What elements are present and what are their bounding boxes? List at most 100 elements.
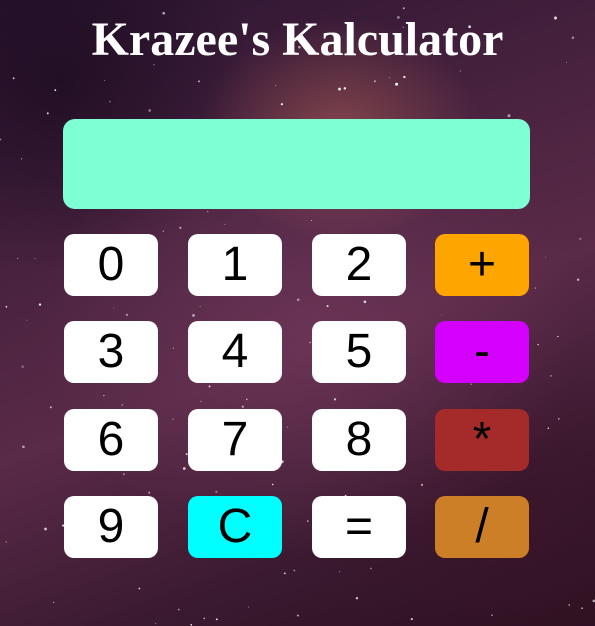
star xyxy=(248,606,250,608)
star xyxy=(296,298,300,302)
key-7[interactable]: 7 xyxy=(188,409,282,471)
star xyxy=(44,527,47,531)
star xyxy=(293,569,296,572)
star xyxy=(46,112,49,115)
star xyxy=(12,77,15,80)
star xyxy=(547,427,549,429)
star xyxy=(370,567,372,570)
star xyxy=(113,307,115,309)
star xyxy=(581,607,583,610)
star xyxy=(172,347,174,349)
star xyxy=(148,109,152,112)
star xyxy=(296,614,299,617)
star xyxy=(545,256,547,258)
page-title: Krazee's Kalculator xyxy=(91,13,504,66)
star xyxy=(200,400,202,402)
star xyxy=(343,87,347,90)
star xyxy=(534,287,536,289)
star xyxy=(208,385,211,388)
star xyxy=(207,211,209,213)
star xyxy=(339,571,341,573)
star xyxy=(162,230,165,232)
star xyxy=(568,604,570,606)
star xyxy=(402,7,405,10)
star xyxy=(215,618,218,621)
star xyxy=(440,314,442,316)
key-6[interactable]: 6 xyxy=(64,409,158,471)
star xyxy=(182,467,186,470)
star xyxy=(190,623,193,626)
star xyxy=(280,103,283,106)
star xyxy=(550,375,552,377)
star xyxy=(338,87,341,91)
star xyxy=(34,258,36,259)
star xyxy=(122,473,125,476)
calculator-display xyxy=(63,119,530,209)
star xyxy=(215,490,218,493)
star xyxy=(103,395,105,397)
star xyxy=(246,398,248,401)
star xyxy=(155,623,157,625)
star xyxy=(333,398,337,401)
star xyxy=(579,237,582,240)
star xyxy=(5,541,7,543)
plus-button[interactable]: + xyxy=(435,234,529,296)
clear-button[interactable]: C xyxy=(188,496,282,558)
star xyxy=(283,572,286,575)
star xyxy=(557,417,560,420)
star xyxy=(121,404,123,406)
star xyxy=(286,426,288,428)
star xyxy=(17,258,19,260)
key-3[interactable]: 3 xyxy=(64,321,158,383)
star xyxy=(177,608,180,611)
star xyxy=(203,617,205,620)
star xyxy=(507,114,511,118)
star xyxy=(49,406,52,409)
star xyxy=(0,138,2,141)
star xyxy=(388,77,390,79)
key-9[interactable]: 9 xyxy=(64,496,158,558)
star xyxy=(309,341,311,344)
star xyxy=(125,313,129,317)
star xyxy=(410,618,413,621)
star xyxy=(557,335,559,338)
star xyxy=(307,520,309,522)
star xyxy=(395,82,399,86)
key-4[interactable]: 4 xyxy=(188,321,282,383)
star xyxy=(373,80,376,83)
star xyxy=(54,89,57,91)
star xyxy=(355,597,359,600)
equals-button[interactable]: = xyxy=(312,496,406,558)
star xyxy=(22,445,25,449)
star xyxy=(198,80,200,83)
star xyxy=(108,100,111,103)
star xyxy=(199,305,201,307)
star xyxy=(459,70,461,72)
star xyxy=(26,319,28,321)
star xyxy=(179,226,182,229)
star xyxy=(576,278,580,281)
star xyxy=(326,305,329,308)
key-2[interactable]: 2 xyxy=(312,234,406,296)
key-8[interactable]: 8 xyxy=(312,409,406,471)
star xyxy=(537,343,539,346)
star xyxy=(138,587,141,590)
star xyxy=(224,223,226,225)
multiply-button[interactable]: * xyxy=(435,409,529,471)
star xyxy=(272,483,274,486)
star xyxy=(38,303,42,306)
star xyxy=(192,313,195,317)
star xyxy=(20,158,23,160)
divide-button[interactable]: / xyxy=(435,496,529,558)
star xyxy=(421,483,423,486)
star xyxy=(491,614,493,616)
star xyxy=(311,219,312,221)
key-0[interactable]: 0 xyxy=(64,234,158,296)
key-1[interactable]: 1 xyxy=(188,234,282,296)
star xyxy=(172,418,174,420)
star xyxy=(274,85,276,87)
star xyxy=(241,405,244,408)
star xyxy=(363,300,367,304)
key-5[interactable]: 5 xyxy=(312,321,406,383)
minus-button[interactable]: - xyxy=(435,321,529,383)
